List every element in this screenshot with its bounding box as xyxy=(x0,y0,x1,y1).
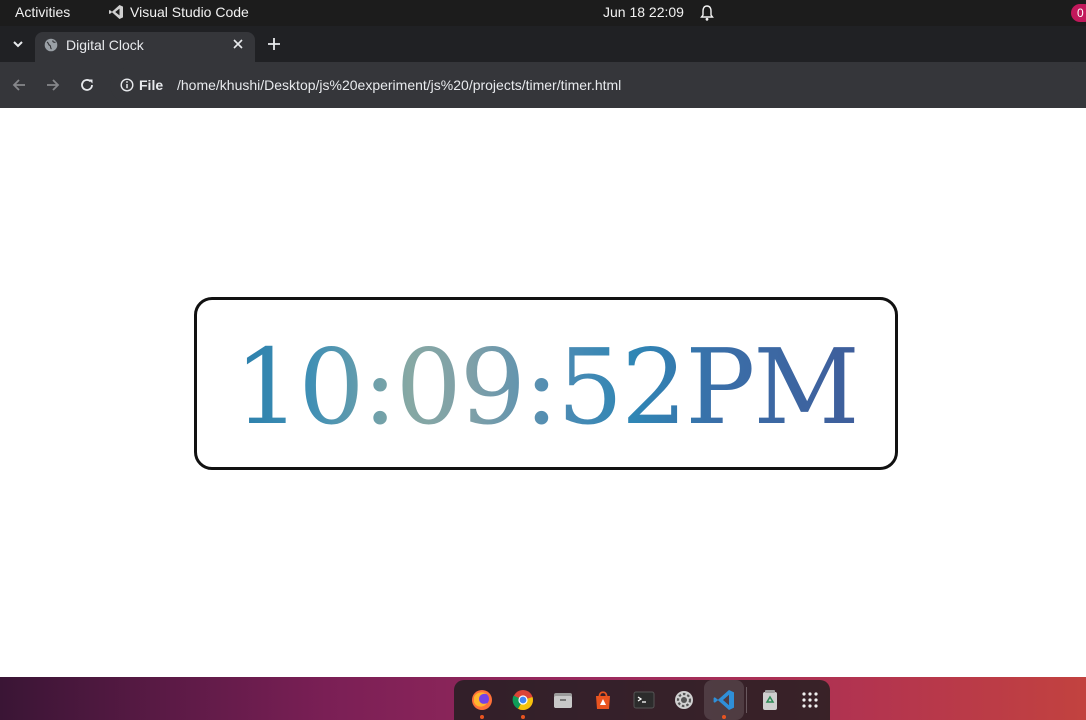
app-grid-icon xyxy=(802,692,818,708)
app-menu[interactable]: Visual Studio Code xyxy=(108,4,249,20)
chrome-icon xyxy=(512,690,533,711)
new-tab-plus-icon[interactable] xyxy=(264,34,284,54)
vscode-icon xyxy=(109,5,123,19)
tab-digital-clock[interactable]: Digital Clock xyxy=(35,32,255,62)
app-name-label: Visual Studio Code xyxy=(130,4,249,20)
vscode-icon xyxy=(713,690,735,710)
close-icon[interactable] xyxy=(231,37,245,51)
reload-icon[interactable] xyxy=(77,75,97,95)
settings-gear-icon xyxy=(674,691,693,709)
app-center-icon xyxy=(596,691,611,709)
trash-icon xyxy=(762,690,777,710)
dock xyxy=(454,680,830,720)
terminal-icon xyxy=(633,691,655,709)
browser-tab-strip: Digital Clock xyxy=(0,26,1086,62)
dock-separator xyxy=(746,687,748,713)
dock-firefox[interactable] xyxy=(462,680,502,720)
digital-clock-display: 10:09:52PM xyxy=(234,325,860,448)
dock-terminal[interactable] xyxy=(623,680,663,720)
url-scheme-label: File xyxy=(139,77,164,93)
running-indicator xyxy=(480,715,485,719)
dock-trash[interactable] xyxy=(749,680,789,720)
dock-settings[interactable] xyxy=(664,680,704,720)
dock-vscode[interactable] xyxy=(704,680,745,720)
dock-show-apps[interactable] xyxy=(790,680,830,720)
system-top-bar: Activities Visual Studio Code Jun 18 22:… xyxy=(0,0,1086,26)
running-indicator xyxy=(520,715,525,719)
firefox-icon xyxy=(472,690,493,710)
dock-files[interactable] xyxy=(543,680,583,720)
tab-search-chevron-icon[interactable] xyxy=(8,34,28,54)
page-content: 10:09:52PM xyxy=(0,108,1086,677)
activities-button[interactable]: Activities xyxy=(15,4,70,20)
clock-container: 10:09:52PM xyxy=(194,297,898,470)
browser-toolbar: File /home/khushi/Desktop/js%20experimen… xyxy=(0,62,1086,108)
files-icon xyxy=(553,693,572,708)
tab-title: Digital Clock xyxy=(66,37,144,53)
screen-record-indicator[interactable]: 0 xyxy=(1071,4,1086,22)
back-arrow-icon[interactable] xyxy=(9,75,29,95)
running-indicator xyxy=(722,715,727,719)
dock-chrome[interactable] xyxy=(502,680,542,720)
address-bar[interactable]: File /home/khushi/Desktop/js%20experimen… xyxy=(110,68,1086,102)
forward-arrow-icon[interactable] xyxy=(43,75,63,95)
info-icon[interactable] xyxy=(120,78,134,92)
notification-bell-icon[interactable] xyxy=(699,4,715,22)
dock-app-center[interactable] xyxy=(583,680,623,720)
date-time[interactable]: Jun 18 22:09 xyxy=(603,4,684,20)
url-text[interactable]: /home/khushi/Desktop/js%20experiment/js%… xyxy=(177,77,621,93)
globe-icon xyxy=(44,38,58,52)
